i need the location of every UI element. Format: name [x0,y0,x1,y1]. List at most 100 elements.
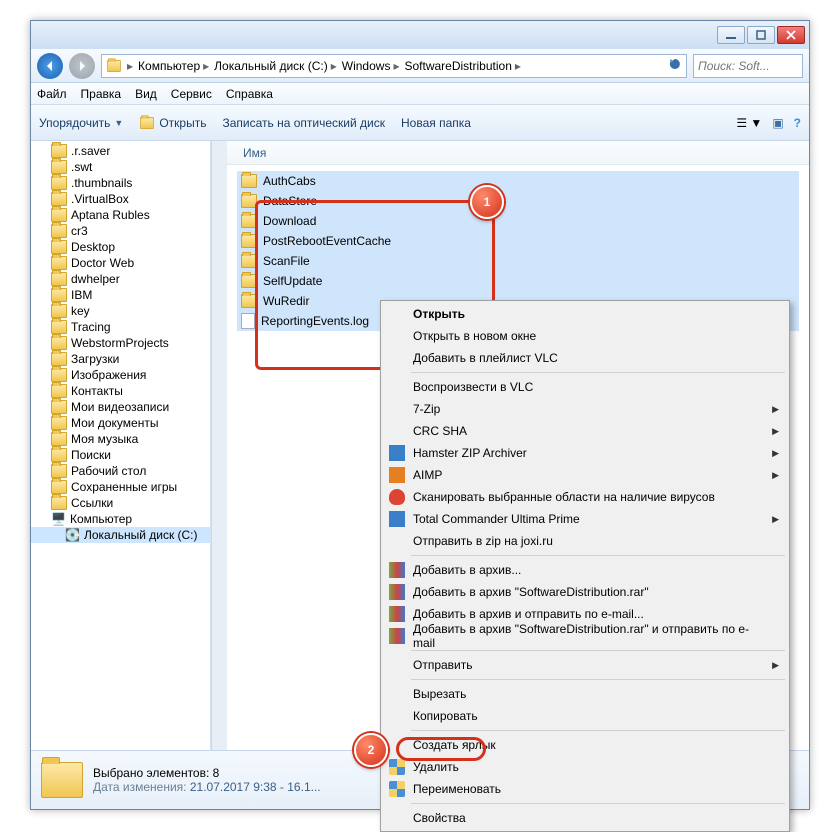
folder-icon [51,336,67,350]
avira-icon [389,489,405,505]
tree-item[interactable]: cr3 [31,223,210,239]
tree-item-label: key [71,304,90,318]
search-input[interactable] [693,54,803,78]
tree-item[interactable]: Загрузки [31,351,210,367]
maximize-button[interactable] [747,26,775,44]
tree-item-label: Компьютер [70,512,132,526]
context-menu-item[interactable]: Сканировать выбранные области на наличие… [383,486,787,508]
tree-item[interactable]: Моя музыка [31,431,210,447]
annotation-badge-2: 2 [354,733,388,767]
selected-count: Выбрано элементов: 8 [93,766,321,780]
context-menu-item[interactable]: Hamster ZIP Archiver [383,442,787,464]
context-menu-separator [411,650,785,651]
refresh-icon[interactable] [668,57,682,74]
context-menu-label: Отправить [413,658,473,672]
close-button[interactable] [777,26,805,44]
menu-file[interactable]: Файл [37,87,67,101]
view-options-icon[interactable]: ☰ ▼ [736,116,762,130]
context-menu-label: Открыть в новом окне [413,329,536,343]
computer-icon: 🖥️ [51,512,66,526]
context-menu-item[interactable]: Свойства [383,807,787,829]
tree-item[interactable]: .VirtualBox [31,191,210,207]
context-menu-item[interactable]: Отправить [383,654,787,676]
tree-item[interactable]: .thumbnails [31,175,210,191]
file-row[interactable]: AuthCabs [237,171,799,191]
tree-item-label: Моя музыка [71,432,138,446]
context-menu-item[interactable]: Открыть в новом окне [383,325,787,347]
tree-item-label: Doctor Web [71,256,134,270]
tree-item[interactable]: Doctor Web [31,255,210,271]
tree-item[interactable]: Поиски [31,447,210,463]
tree-item[interactable]: .swt [31,159,210,175]
tree-item[interactable]: Мои документы [31,415,210,431]
tree-item[interactable]: 💽Локальный диск (C:) [31,527,210,543]
tree-item[interactable]: 🖥️ Компьютер [31,511,210,527]
folder-icon [51,432,67,446]
tree-item[interactable]: Ссылки [31,495,210,511]
folder-icon [51,464,67,478]
context-menu-item[interactable]: Отправить в zip на joxi.ru [383,530,787,552]
tree-item[interactable]: .r.saver [31,143,210,159]
context-menu-item[interactable]: Переименовать [383,778,787,800]
context-menu-label: Добавить в плейлист VLC [413,351,558,365]
context-menu-item[interactable]: Добавить в архив "SoftwareDistribution.r… [383,625,787,647]
context-menu-item[interactable]: Добавить в архив... [383,559,787,581]
menu-tools[interactable]: Сервис [171,87,212,101]
context-menu-label: Воспроизвести в VLC [413,380,533,394]
tree-item[interactable]: key [31,303,210,319]
menu-view[interactable]: Вид [135,87,157,101]
context-menu-item[interactable]: Воспроизвести в VLC [383,376,787,398]
tree-item-label: Сохраненные игры [71,480,177,494]
folder-icon [51,144,67,158]
tree-item[interactable]: Tracing [31,319,210,335]
context-menu-item[interactable]: Копировать [383,705,787,727]
organize-button[interactable]: Упорядочить ▼ [39,116,123,130]
menubar: Файл Правка Вид Сервис Справка [31,83,809,105]
burn-button[interactable]: Записать на оптический диск [222,116,385,130]
context-menu-separator [411,803,785,804]
tree-item-label: Ссылки [71,496,113,510]
nav-tree[interactable]: .r.saver.swt.thumbnails.VirtualBoxAptana… [31,141,211,750]
column-header-name[interactable]: Имя [227,141,809,165]
folder-icon [51,320,67,334]
back-button[interactable] [37,53,63,79]
context-menu-separator [411,372,785,373]
annotation-badge-1: 1 [470,185,504,219]
tree-item[interactable]: Изображения [31,367,210,383]
context-menu-item[interactable]: Открыть [383,303,787,325]
winrar-icon [389,584,405,600]
tree-item[interactable]: Сохраненные игры [31,479,210,495]
folder-icon [51,192,67,206]
toolbar: Упорядочить ▼ Открыть Записать на оптиче… [31,105,809,141]
menu-edit[interactable]: Правка [81,87,122,101]
folder-icon [51,496,67,510]
tree-item-label: Локальный диск (C:) [84,528,198,542]
help-icon[interactable]: ? [794,116,801,130]
tree-scrollbar[interactable] [211,141,227,750]
tree-item[interactable]: Рабочий стол [31,463,210,479]
context-menu-item[interactable]: Вырезать [383,683,787,705]
tree-item[interactable]: Контакты [31,383,210,399]
tree-item[interactable]: Мои видеозаписи [31,399,210,415]
open-button[interactable]: Открыть [139,116,206,130]
minimize-button[interactable] [717,26,745,44]
tree-item-label: Контакты [71,384,123,398]
context-menu-item[interactable]: 7-Zip [383,398,787,420]
tree-item[interactable]: WebstormProjects [31,335,210,351]
forward-button[interactable] [69,53,95,79]
context-menu-item[interactable]: CRC SHA [383,420,787,442]
tree-item[interactable]: Desktop [31,239,210,255]
menu-help[interactable]: Справка [226,87,273,101]
context-menu-item[interactable]: Добавить в архив "SoftwareDistribution.r… [383,581,787,603]
context-menu-label: Удалить [413,760,459,774]
new-folder-button[interactable]: Новая папка [401,116,471,130]
context-menu-item[interactable]: AIMP [383,464,787,486]
context-menu-label: Отправить в zip на joxi.ru [413,534,553,548]
context-menu-item[interactable]: Total Commander Ultima Prime [383,508,787,530]
tree-item[interactable]: IBM [31,287,210,303]
address-bar[interactable]: ▸ Компьютер▸ Локальный диск (C:)▸ Window… [101,54,687,78]
context-menu-item[interactable]: Добавить в плейлист VLC [383,347,787,369]
tree-item[interactable]: Aptana Rubles [31,207,210,223]
tree-item[interactable]: dwhelper [31,271,210,287]
preview-pane-icon[interactable]: ▣ [772,116,783,130]
